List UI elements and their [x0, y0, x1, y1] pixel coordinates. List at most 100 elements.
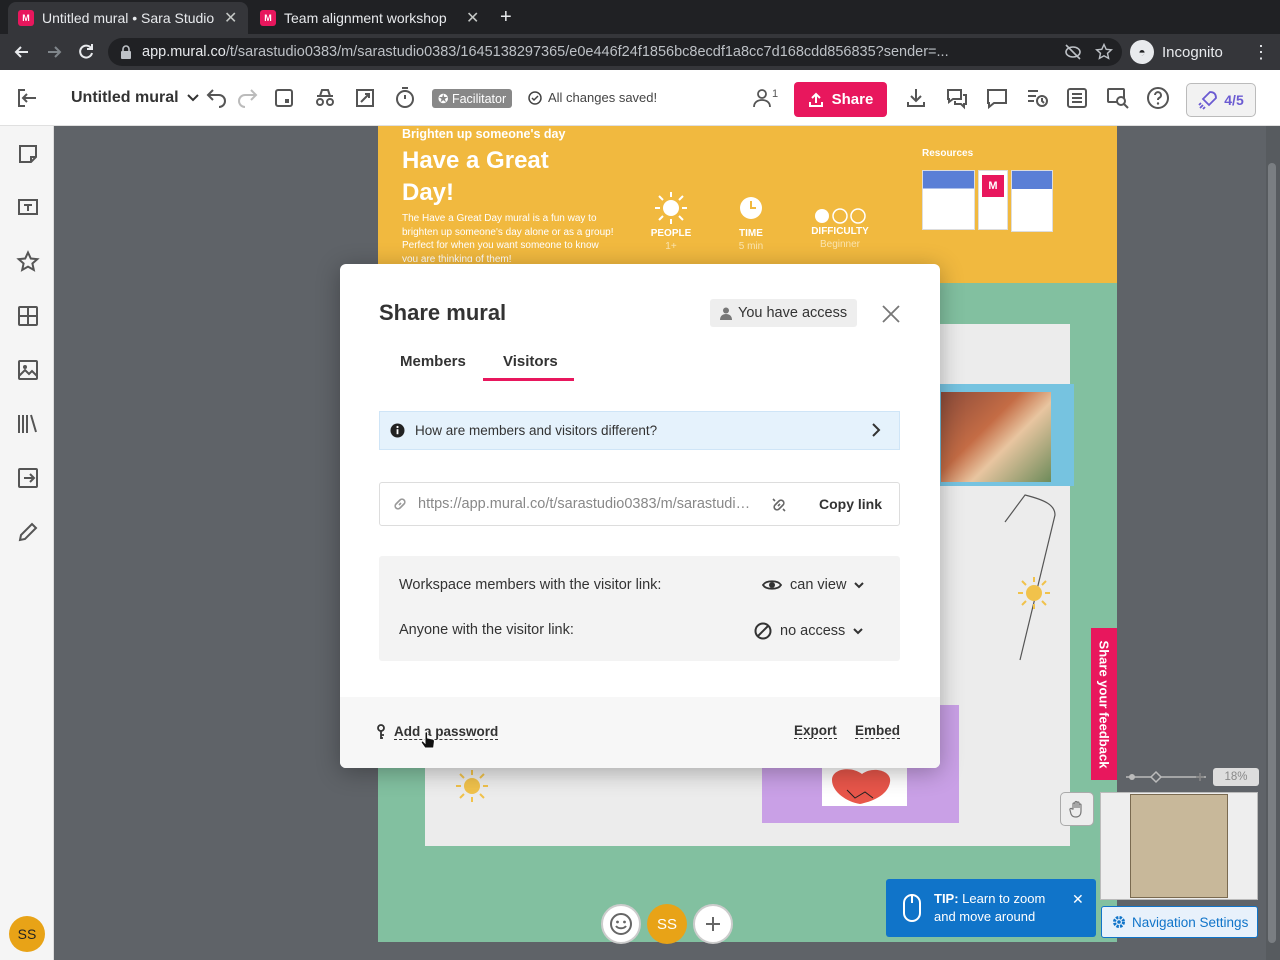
sticky-note-icon[interactable]: [16, 142, 40, 166]
no-access-icon: [754, 622, 772, 640]
navigation-settings-button[interactable]: Navigation Settings: [1101, 906, 1258, 938]
back-icon[interactable]: [12, 42, 32, 62]
hand-icon: [1069, 800, 1082, 818]
help-icon[interactable]: [1146, 86, 1170, 110]
left-toolbar: [0, 126, 54, 960]
participants-button[interactable]: 1: [752, 88, 778, 108]
download-icon[interactable]: [904, 86, 928, 110]
star-icon[interactable]: [16, 250, 40, 274]
browser-tab-active[interactable]: M Untitled mural • Sara Studio ✕: [8, 2, 248, 34]
tab-title: Team alignment workshop: [284, 10, 447, 26]
visitor-link-url[interactable]: https://app.mural.co/t/sarastudio0383/m/…: [418, 496, 758, 512]
scrollbar-thumb[interactable]: [1268, 163, 1276, 943]
share-button[interactable]: Share: [794, 82, 887, 117]
mural-favicon-icon: M: [260, 10, 276, 26]
visitor-link-field[interactable]: https://app.mural.co/t/sarastudio0383/m/…: [379, 482, 900, 526]
tip-text: TIP: Learn to zoom and move around: [934, 891, 1046, 924]
incognito-indicator[interactable]: ◓ Incognito: [1130, 38, 1223, 66]
key-icon: [377, 724, 385, 739]
tip-close-icon[interactable]: ✕: [1072, 891, 1084, 908]
lock-icon: [121, 45, 131, 59]
clock-icon: [740, 197, 762, 219]
zoom-level[interactable]: 18%: [1213, 768, 1259, 786]
resource-thumbnail[interactable]: [922, 170, 975, 230]
bookmark-star-icon[interactable]: [1095, 43, 1113, 61]
workspace-permission-select[interactable]: can view: [762, 577, 865, 593]
members-visitors-info[interactable]: How are members and visitors different?: [379, 411, 900, 450]
resources-label: Resources: [922, 148, 974, 159]
tab-members[interactable]: Members: [400, 353, 466, 370]
exit-mural-icon[interactable]: [15, 86, 39, 110]
export-link[interactable]: Export: [794, 723, 837, 739]
url-text: app.mural.co/t/sarastudio0383/m/sarastud…: [142, 44, 949, 60]
link-icon: [394, 498, 406, 510]
anyone-permission-select[interactable]: no access: [754, 622, 864, 640]
mouse-icon: [903, 894, 921, 922]
forward-icon[interactable]: [44, 42, 64, 62]
banner-title: Have a Great Day!: [402, 147, 549, 206]
tab-close-icon[interactable]: ✕: [223, 8, 238, 28]
tab-visitors[interactable]: Visitors: [503, 353, 558, 370]
chat-icon[interactable]: [945, 86, 969, 110]
invite-button[interactable]: [693, 904, 733, 944]
outline-icon[interactable]: [272, 86, 296, 110]
reset-link-icon[interactable]: [770, 496, 788, 514]
mural-title-dropdown[interactable]: Untitled mural: [71, 89, 199, 107]
outline-list-icon[interactable]: [1065, 86, 1089, 110]
resource-thumbnail[interactable]: [1011, 170, 1053, 232]
stat-difficulty: DIFFICULTY Beginner: [805, 208, 875, 250]
difficulty-dots-icon: [815, 208, 866, 224]
hand-cursor-icon: [420, 731, 435, 749]
tab-close-icon[interactable]: ✕: [465, 8, 480, 28]
resource-thumbnail[interactable]: M: [978, 170, 1008, 230]
banner-kicker: Brighten up someone's day: [402, 127, 566, 141]
activity-icon[interactable]: [1025, 86, 1049, 110]
sun-sticker-icon[interactable]: [454, 768, 490, 804]
search-icon[interactable]: [1106, 86, 1130, 110]
timer-icon[interactable]: [393, 86, 417, 110]
upload-icon: [808, 92, 823, 107]
onboarding-progress[interactable]: 4/5: [1186, 83, 1256, 117]
pan-mode-button[interactable]: [1060, 792, 1094, 826]
minimap-viewport[interactable]: [1130, 794, 1228, 898]
user-icon: [753, 89, 771, 108]
undo-icon[interactable]: [205, 86, 229, 110]
current-user-avatar[interactable]: SS: [647, 904, 687, 944]
import-icon[interactable]: [16, 466, 40, 490]
browser-tab-bar: M Untitled mural • Sara Studio ✕ M Team …: [0, 0, 1280, 34]
permission-label: Anyone with the visitor link:: [399, 622, 574, 638]
reactions-button[interactable]: [601, 904, 641, 944]
browser-tab[interactable]: M Team alignment workshop ✕: [250, 2, 490, 34]
library-icon[interactable]: [16, 412, 40, 436]
participants-count: 1: [772, 88, 779, 100]
sun-icon: [655, 192, 687, 224]
private-mode-icon[interactable]: [313, 86, 337, 110]
sun-sticker-icon[interactable]: [1016, 575, 1052, 611]
plus-icon: [706, 917, 720, 931]
eye-off-icon[interactable]: [1064, 44, 1082, 60]
user-avatar[interactable]: SS: [9, 916, 45, 952]
progress-label: 4/5: [1224, 92, 1244, 108]
redo-icon[interactable]: [235, 86, 259, 110]
reload-icon[interactable]: [76, 42, 96, 62]
text-icon[interactable]: [16, 196, 40, 220]
url-bar[interactable]: app.mural.co/t/sarastudio0383/m/sarastud…: [108, 38, 1122, 66]
frameworks-icon[interactable]: [16, 304, 40, 328]
user-icon: [720, 307, 732, 320]
comment-icon[interactable]: [985, 86, 1009, 110]
close-icon[interactable]: [879, 302, 903, 326]
image-icon[interactable]: [16, 358, 40, 382]
add-password-button[interactable]: Add a password: [376, 724, 499, 740]
app-toolbar: Untitled mural ✪ Facilitator All changes…: [0, 70, 1280, 126]
pencil-icon[interactable]: [16, 520, 40, 544]
browser-menu-icon[interactable]: ⋮: [1252, 42, 1270, 63]
new-tab-icon[interactable]: +: [500, 6, 518, 28]
embed-link[interactable]: Embed: [855, 723, 901, 739]
permission-label: Workspace members with the visitor link:: [399, 577, 662, 593]
copy-link-button[interactable]: Copy link: [819, 496, 882, 512]
summon-icon[interactable]: [353, 86, 377, 110]
feedback-tab[interactable]: Share your feedback: [1091, 628, 1117, 780]
team-hands-image[interactable]: [941, 392, 1051, 482]
share-mural-dialog: Share mural You have access Members Visi…: [340, 264, 940, 768]
incognito-icon: ◓: [1130, 40, 1154, 64]
